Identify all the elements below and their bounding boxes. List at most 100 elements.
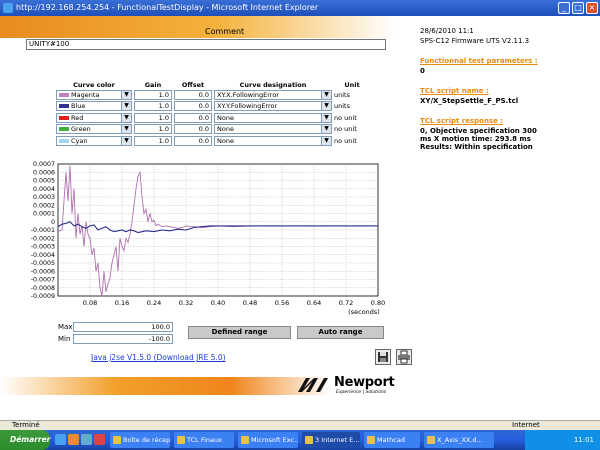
- curve-color-select[interactable]: Red ▼: [56, 112, 132, 123]
- x-tick-label: 0.08: [83, 299, 97, 307]
- taskbar-item[interactable]: X_Axis_XX.d...: [424, 432, 494, 448]
- close-button[interactable]: ×: [586, 2, 598, 14]
- chevron-down-icon[interactable]: ▼: [121, 113, 131, 122]
- min-label: Min: [58, 335, 71, 343]
- internet-explorer-icon: [3, 3, 13, 13]
- logo-tagline: Experience | Solutions: [336, 390, 387, 395]
- taskbar: Démarrer Boîte de récep... TCL Finaux Mi…: [0, 430, 600, 450]
- table-row: Cyan ▼ 1.0 0.0 None ▼ no unit: [55, 135, 371, 147]
- curve-color-select[interactable]: Cyan ▼: [56, 135, 132, 146]
- taskbar-item[interactable]: 3 Internet E...: [302, 432, 360, 448]
- taskbar-item[interactable]: TCL Finaux: [174, 432, 234, 448]
- y-tick-label: 0.0005: [33, 178, 55, 185]
- unit-label: no unit: [334, 125, 357, 134]
- offset-input[interactable]: 0.0: [174, 112, 212, 123]
- minimize-button[interactable]: _: [558, 2, 570, 14]
- clock: 11:01: [573, 436, 594, 444]
- x-tick-label: 0.32: [179, 299, 193, 307]
- color-swatch: [59, 127, 69, 132]
- header-offset: Offset: [181, 80, 205, 89]
- table-row: Blue ▼ 1.0 0.0 XY.Y.FollowingError ▼ units: [55, 101, 371, 113]
- newport-logo-icon: [298, 378, 328, 392]
- newport-logo: Newport Experience | Solutions: [296, 374, 401, 398]
- color-swatch: [59, 138, 69, 143]
- maximize-button[interactable]: □: [572, 2, 584, 14]
- comment-label: Comment: [205, 27, 245, 36]
- table-row: Magenta ▼ 1.0 0.0 XY.X.FollowingError ▼ un…: [55, 89, 371, 101]
- firmware-version: SPS-C12 Firmware UTS V2.11.3: [420, 37, 530, 45]
- x-tick-label: 0.48: [243, 299, 257, 307]
- script-response-line2: ms X motion time: 293.8 ms: [420, 135, 531, 143]
- gain-input[interactable]: 1.0: [134, 89, 172, 100]
- chevron-down-icon[interactable]: ▼: [121, 125, 131, 134]
- taskbar-item[interactable]: Microsoft Exc...: [238, 432, 298, 448]
- y-tick-label: 0: [51, 219, 55, 226]
- curve-designation-select[interactable]: XY.X.FollowingError ▼: [214, 89, 332, 100]
- gain-input[interactable]: 1.0: [134, 135, 172, 146]
- y-tick-label: 0.0006: [33, 169, 55, 176]
- gain-input[interactable]: 1.0: [134, 112, 172, 123]
- chevron-down-icon[interactable]: ▼: [321, 136, 331, 145]
- color-swatch: [59, 92, 69, 97]
- min-input[interactable]: -100.0: [73, 334, 173, 344]
- curve-color-select[interactable]: Magenta ▼: [56, 89, 132, 100]
- offset-input[interactable]: 0.0: [174, 101, 212, 112]
- app-quicklaunch-icon[interactable]: [81, 434, 92, 445]
- auto-range-button[interactable]: Auto range: [297, 326, 384, 339]
- y-tick-label: -0.0002: [31, 235, 55, 242]
- curve-color-select[interactable]: Blue ▼: [56, 101, 132, 112]
- chevron-down-icon[interactable]: ▼: [321, 113, 331, 122]
- x-tick-label: 0.56: [275, 299, 289, 307]
- taskbar-item[interactable]: Boîte de récep...: [110, 432, 170, 448]
- x-tick-label: 0.16: [115, 299, 129, 307]
- chevron-down-icon[interactable]: ▼: [121, 136, 131, 145]
- y-tick-label: -0.0007: [31, 277, 55, 284]
- curve-designation-select[interactable]: None ▼: [214, 124, 332, 135]
- offset-input[interactable]: 0.0: [174, 124, 212, 135]
- gain-input[interactable]: 1.0: [134, 101, 172, 112]
- chevron-down-icon[interactable]: ▼: [321, 125, 331, 134]
- params-value: 0: [420, 67, 425, 75]
- following-error-chart: 0.08 0.16 0.24 0.32 0.40 0.48 0.56 0.64 0.72 0.80…: [31, 161, 386, 316]
- curve-color-select[interactable]: Green ▼: [56, 124, 132, 135]
- test-date: 28/6/2010 11:1: [420, 27, 474, 35]
- taskbar-item[interactable]: Mathcad: [364, 432, 420, 448]
- y-tick-label: 0.0007: [33, 161, 55, 168]
- y-tick-label: -0.0009: [31, 293, 55, 300]
- script-name-value: XY/X_StepSettle_F_PS.tcl: [420, 97, 519, 105]
- max-input[interactable]: 100.0: [73, 322, 173, 332]
- script-response-heading: TCL script response :: [420, 117, 504, 125]
- curve-designation-select[interactable]: XY.Y.FollowingError ▼: [214, 101, 332, 112]
- color-swatch: [59, 115, 69, 120]
- chevron-down-icon[interactable]: ▼: [121, 90, 131, 99]
- print-icon[interactable]: [396, 349, 412, 365]
- start-button[interactable]: Démarrer: [0, 430, 50, 450]
- save-icon[interactable]: [375, 349, 391, 365]
- firefox-quicklaunch-icon[interactable]: [68, 434, 79, 445]
- chevron-down-icon[interactable]: ▼: [321, 102, 331, 111]
- java-download-link[interactable]: Java j2se V1.5.0 (Download JRE 5.0): [91, 353, 226, 362]
- header-curve-color: Curve color: [73, 80, 115, 89]
- offset-input[interactable]: 0.0: [174, 89, 212, 100]
- table-row: Green ▼ 1.0 0.0 None ▼ no unit: [55, 124, 371, 136]
- ie-quicklaunch-icon[interactable]: [55, 434, 66, 445]
- gain-input[interactable]: 1.0: [134, 124, 172, 135]
- zone-text: Internet: [512, 421, 540, 429]
- max-label: Max: [58, 323, 73, 331]
- curve-designation-select[interactable]: None ▼: [214, 135, 332, 146]
- table-row: Red ▼ 1.0 0.0 None ▼ no unit: [55, 112, 371, 124]
- script-name-heading: TCL script name :: [420, 87, 489, 95]
- params-heading: Functionnal test parameters :: [420, 57, 538, 65]
- window-titlebar: http://192.168.254.254 - FunctionalTestD…: [0, 0, 600, 16]
- app-quicklaunch-icon-2[interactable]: [94, 434, 105, 445]
- curve-designation-select[interactable]: None ▼: [214, 112, 332, 123]
- defined-range-button[interactable]: Defined range: [188, 326, 291, 339]
- y-tick-label: -0.0006: [31, 268, 55, 275]
- x-axis-label: (seconds): [348, 308, 380, 316]
- comment-field[interactable]: UNITY#100: [26, 39, 386, 50]
- offset-input[interactable]: 0.0: [174, 135, 212, 146]
- y-tick-label: 0.0004: [33, 186, 55, 193]
- chevron-down-icon[interactable]: ▼: [121, 102, 131, 111]
- chevron-down-icon[interactable]: ▼: [321, 90, 331, 99]
- header-banner: [0, 16, 395, 38]
